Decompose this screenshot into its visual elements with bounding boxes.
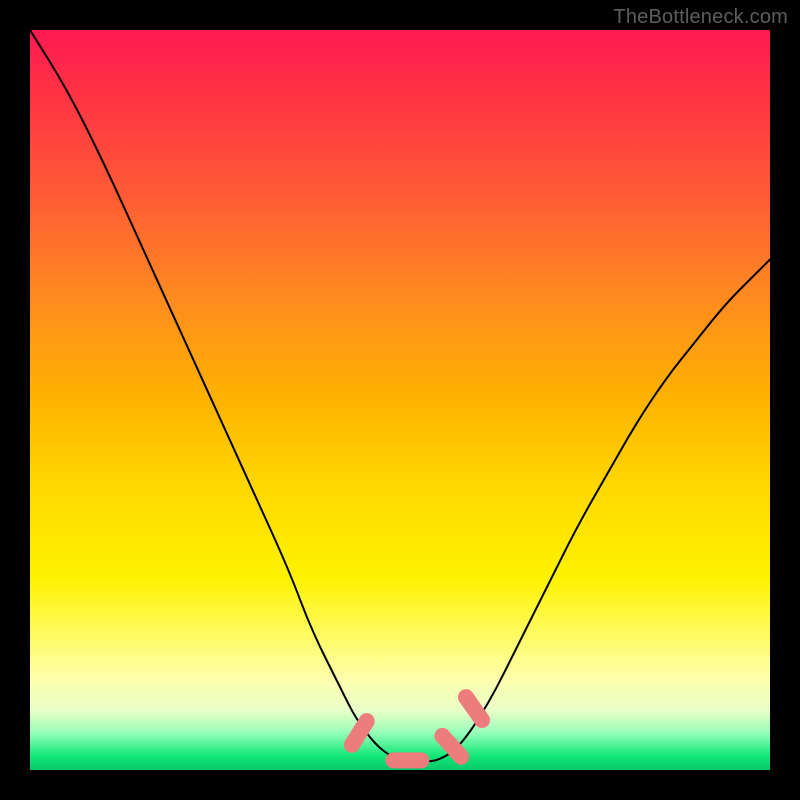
curve-layer	[30, 30, 770, 770]
right-pill	[431, 725, 472, 768]
chart-frame: TheBottleneck.com	[0, 0, 800, 800]
left-pill	[341, 710, 378, 756]
watermark-label: TheBottleneck.com	[613, 6, 788, 29]
plot-area	[30, 30, 770, 770]
flat-pill	[385, 752, 429, 768]
marker-group	[341, 686, 493, 768]
bottleneck-curve-path	[30, 30, 770, 761]
